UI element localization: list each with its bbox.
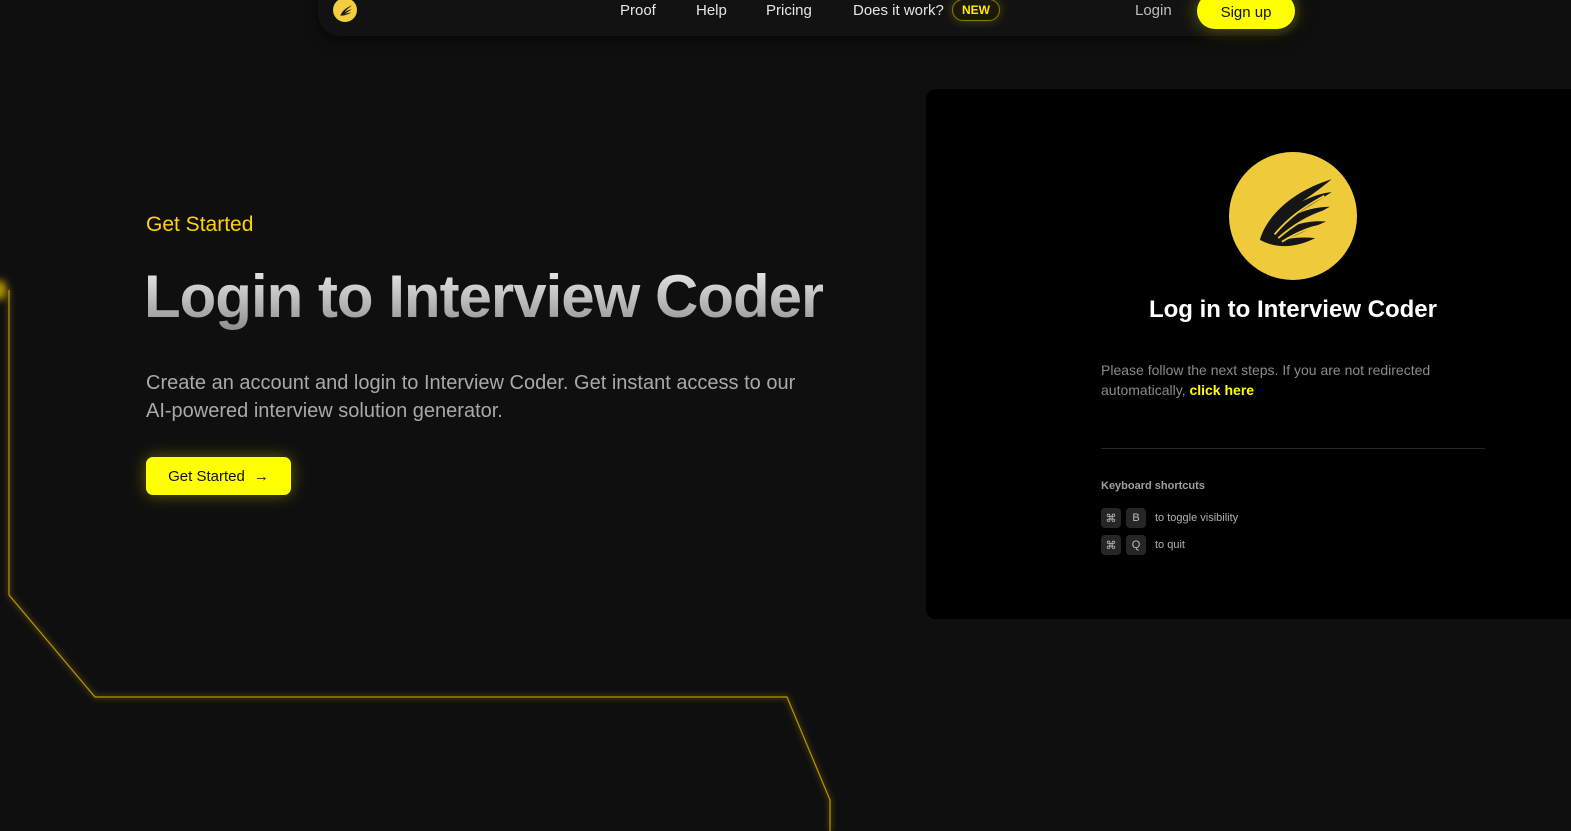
shortcut-description: to toggle visibility (1155, 512, 1239, 524)
wing-logo-icon[interactable] (333, 0, 357, 22)
nav-link-help[interactable]: Help (696, 2, 727, 19)
signup-button[interactable]: Sign up (1197, 0, 1295, 29)
hero-subtitle: Create an account and login to Interview… (146, 372, 796, 422)
command-key-icon: ⌘ (1101, 535, 1121, 555)
shortcut-row: ⌘ B to toggle visibility (1101, 508, 1238, 528)
card-title: Log in to Interview Coder (1148, 296, 1437, 323)
divider (1101, 448, 1485, 449)
login-card: Log in to Interview Coder Please follow … (926, 89, 1571, 619)
hero-title: Login to Interview Coder (144, 263, 824, 330)
edge-glow (0, 280, 6, 300)
command-key-icon: ⌘ (1101, 508, 1121, 528)
key-cap: Q (1126, 535, 1146, 555)
shortcut-row: ⌘ Q to quit (1101, 535, 1185, 555)
arrow-right-icon: → (253, 467, 269, 485)
nav-link-pricing[interactable]: Pricing (766, 2, 812, 19)
new-badge: NEW (952, 0, 1000, 21)
nav-link-does-it-work[interactable]: Does it work? (853, 2, 944, 19)
hero-eyebrow: Get Started (146, 213, 254, 236)
key-cap: B (1126, 508, 1146, 528)
get-started-label: Get Started (168, 467, 245, 485)
top-navbar: Proof Help Pricing Does it work? NEW Log… (318, 0, 1300, 36)
click-here-link[interactable]: click here (1189, 382, 1254, 398)
redirect-text: Please follow the next steps. If you are… (1101, 362, 1431, 398)
shortcut-description: to quit (1155, 539, 1185, 551)
login-link[interactable]: Login (1135, 2, 1172, 19)
nav-link-proof[interactable]: Proof (620, 2, 656, 19)
get-started-button[interactable]: Get Started → (146, 457, 291, 495)
redirect-message: Please follow the next steps. If you are… (1101, 360, 1471, 400)
shortcuts-title: Keyboard shortcuts (1101, 480, 1205, 492)
wing-logo-icon (1229, 152, 1357, 280)
